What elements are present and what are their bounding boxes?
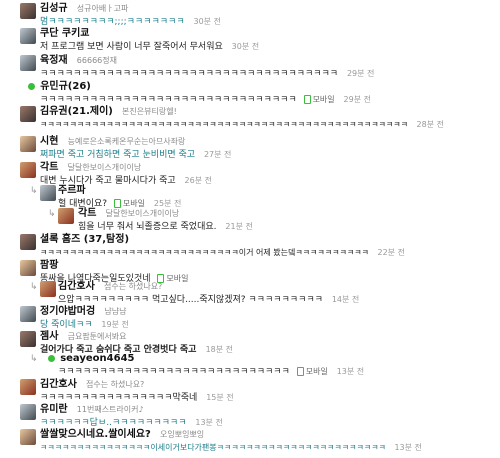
comment-timestamp: 13분 전	[195, 418, 223, 427]
author-status-message: 성규아배ㅏ고파	[76, 4, 129, 13]
author-status-message: 접수는 하셨나요?	[86, 380, 145, 389]
comment-text: 쩌파면 죽고 거침하면 죽고 눈비비면 죽고	[40, 150, 196, 160]
author-status-message: 11번째스트라이커♪	[76, 405, 144, 414]
avatar[interactable]	[20, 306, 36, 322]
comment-author[interactable]: 김성규	[40, 3, 68, 14]
comment-text: ㅋㅋㅋㅋㅋㅋㅋㅋㅋㅋㅋㅋㅋㅋㅋㅋ막죽네	[40, 393, 198, 403]
comment-author[interactable]: 김유권(21.제이)	[40, 106, 113, 117]
avatar[interactable]	[20, 3, 36, 19]
comment-timestamp: 19분 전	[101, 320, 129, 329]
avatar[interactable]	[40, 281, 56, 297]
avatar[interactable]	[20, 106, 36, 122]
author-status-message: 능예로은소록케온무순는아므사좌랑	[67, 137, 186, 146]
comment-timestamp: 26분 전	[184, 176, 212, 185]
comment-author[interactable]: 주르파	[58, 185, 86, 196]
comment-author[interactable]: 유민규(26)	[40, 81, 91, 92]
comment-author[interactable]: seayeon4645	[60, 353, 134, 364]
comment-timestamp: 29분 전	[343, 95, 371, 104]
comment-text: 저 프로그램 보면 사람이 너무 잘죽어서 무서워요	[40, 42, 223, 52]
author-status-message: 66666정재	[76, 56, 117, 65]
author-status-message: 냠냠냠	[104, 307, 127, 316]
reply-arrow-icon: ↳	[30, 186, 38, 196]
comment-author[interactable]: 육정재	[40, 55, 68, 66]
mobile-badge: 모바일	[296, 367, 328, 376]
comment-text: ㅋㅋㅋㅋㅋㅋㅋㅋㅋㅋㅋㅋㅋㅋㅋㅋㅋㅋㅋㅋㅋㅋㅋㅋㅋㅋㅋㅋㅋㅋㅋ	[40, 95, 297, 105]
author-status-message: 접수는 하셨나요?	[104, 282, 163, 291]
author-status-message: 달달한보이스개이이낭	[67, 163, 142, 172]
avatar[interactable]	[20, 234, 36, 250]
avatar[interactable]	[20, 429, 36, 445]
avatar[interactable]	[58, 208, 74, 224]
author-status-message: 본진은뷰티랑헬!	[122, 107, 177, 116]
author-status-message: 금요팜툰에서봐요	[67, 332, 127, 341]
comment-timestamp: 22분 전	[377, 248, 405, 257]
avatar[interactable]	[20, 162, 36, 178]
comment-list: 김성규 성규아배ㅏ고파 멈ㅋㅋㅋㅋㅋㅋㅋㅋ;;;;ㅋㅋㅋㅋㅋㅋㅋ 30분 전 쿠…	[0, 0, 500, 458]
avatar[interactable]	[20, 55, 36, 71]
comment-author[interactable]: 시현	[40, 136, 58, 147]
avatar[interactable]	[20, 404, 36, 420]
comment-timestamp: 28분 전	[416, 120, 444, 129]
comment-timestamp: 13분 전	[394, 443, 422, 452]
avatar[interactable]	[20, 260, 36, 276]
comment-timestamp: 13분 전	[336, 367, 365, 376]
comment-timestamp: 14분 전	[331, 295, 360, 304]
online-status-icon	[28, 82, 35, 90]
comment-author[interactable]: 김간호사	[40, 379, 77, 390]
mobile-phone-icon	[296, 367, 304, 376]
comment-text: 으압ㅋㅋㅋㅋㅋㅋㅋㅋㅋ 먹고싶다.....죽지않겠져? ㅋㅋㅋㅋㅋㅋㅋㅋㅋ	[58, 295, 323, 305]
comment-timestamp: 30분 전	[231, 42, 260, 51]
comment-author[interactable]: 각트	[78, 208, 96, 219]
comment-text: ㅋㅋㅋㅋㅋㅋㅋㅋㅋㅋㅋㅋㅋㅋㅋㅋㅋㅋㅋㅋㅋㅋㅋㅋㅋㅋㅋㅋㅋㅋㅋㅋㅋㅋㅋㅋㅋㅋㅋㅋ…	[40, 120, 408, 129]
author-status-message: 달달한보이스개이이낭	[105, 209, 180, 218]
comment-author[interactable]: 쿠단 쿠키쿄	[40, 28, 89, 39]
comment-timestamp: 27분 전	[203, 150, 232, 159]
avatar[interactable]	[20, 331, 36, 347]
comment-timestamp: 21분 전	[225, 222, 253, 231]
avatar[interactable]	[40, 185, 56, 201]
comment-author[interactable]: 팜팡	[40, 260, 58, 271]
reply-arrow-icon: ↳	[30, 354, 38, 364]
comment-text: 멈ㅋㅋㅋㅋㅋㅋㅋㅋ;;;;ㅋㅋㅋㅋㅋㅋㅋ	[40, 17, 185, 27]
comment-text: ㅋㅋㅋㅋㅋㅋㅋㅋㅋㅋㅋㅋㅋㅋㅋ이세이거보다가팬봉ㅋㅋㅋㅋㅋㅋㅋㅋㅋㅋㅋㅋㅋㅋㅋㅋ…	[40, 443, 386, 452]
comment-text: 힘을 너무 줘서 뇌졸증으로 죽었대요.	[78, 222, 217, 232]
comment-text: ㅋㅋㅋㅋㅋㅋㅋㅋㅋㅋㅋㅋㅋㅋㅋㅋㅋㅋㅋㅋㅋㅋㅋㅋㅋㅋㅋㅋㅋㅋㅋㅋㅋㅋㅋㅋ	[40, 69, 339, 79]
avatar[interactable]	[20, 379, 36, 395]
avatar[interactable]	[20, 28, 36, 44]
comment-timestamp: 15분 전	[206, 393, 234, 402]
comment-author[interactable]: 정기야밥머겅	[40, 306, 95, 317]
comment-author[interactable]: 젬사	[40, 331, 58, 342]
comment-text: 당 죽이네ㅋㅋ	[40, 320, 93, 330]
comment-author[interactable]: 각트	[40, 162, 58, 173]
comment-author[interactable]: 쌀쌀맞으시네요.쌀이세요?	[40, 429, 151, 440]
reply-arrow-icon: ↳	[48, 209, 56, 219]
comment-author[interactable]: 셜록 홈즈 (37,탐정)	[40, 234, 129, 245]
mobile-phone-icon	[303, 95, 311, 104]
comment-timestamp: 29분 전	[346, 69, 375, 78]
comment-text: ㅋㅋㅋㅋㅋㅋㅋㅋㅋㅋㅋㅋㅋㅋㅋㅋㅋㅋㅋㅋㅋㅋㅋㅋㅋㅋㅋ이거 어제 봤는뎈ㅋㅋㅋㅋ…	[40, 248, 369, 257]
comment-text: ㅋㅋㅋㅋㅋㅋ답ㅂ..ㅋㅋㅋㅋㅋㅋㅋㅋㅋ	[40, 418, 187, 428]
comment-text: ㅋㅋㅋㅋㅋㅋㅋㅋㅋㅋㅋㅋㅋㅋㅋㅋㅋㅋㅋㅋㅋㅋㅋㅋㅋㅋㅋㅋ	[58, 367, 290, 377]
author-status-message: 오잉뽀잉뽀잉	[160, 430, 205, 439]
comment-author[interactable]: 유미란	[40, 404, 68, 415]
comment-timestamp: 18분 전	[205, 345, 234, 354]
avatar[interactable]	[20, 136, 36, 152]
comment-author[interactable]: 김간호사	[58, 281, 95, 292]
mobile-badge: 모바일	[303, 95, 335, 104]
online-status-icon	[48, 354, 55, 362]
comment-timestamp: 30분 전	[193, 17, 221, 26]
reply-arrow-icon: ↳	[30, 282, 38, 292]
